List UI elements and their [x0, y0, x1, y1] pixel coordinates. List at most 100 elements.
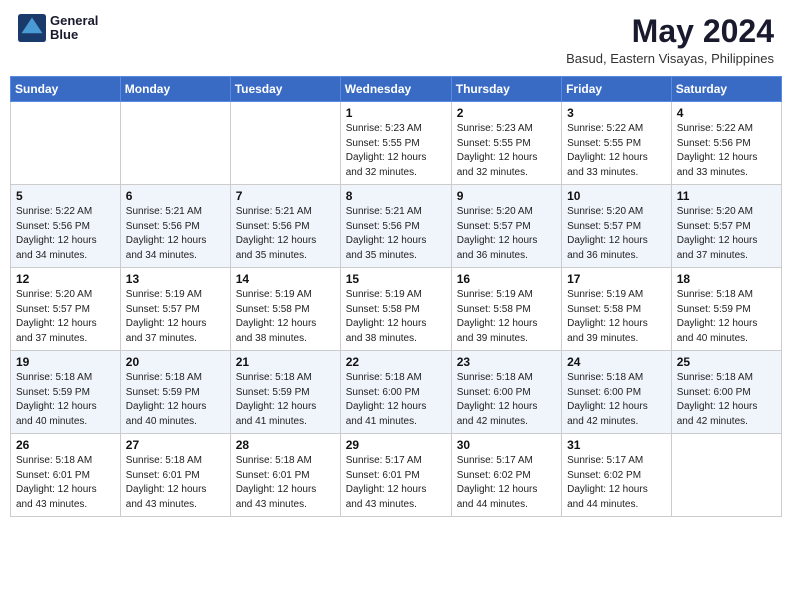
- day-info: Sunrise: 5:18 AM Sunset: 6:01 PM Dayligh…: [16, 454, 115, 512]
- calendar-cell: 26 Sunrise: 5:18 AM Sunset: 6:01 PM Dayli…: [11, 434, 121, 517]
- day-number: 16: [457, 272, 556, 286]
- calendar-cell: 18Sunrise: 5:18 AM Sunset: 5:59 PM Dayli…: [671, 268, 781, 351]
- day-info: Sunrise: 5:18 AM Sunset: 6:01 PM Dayligh…: [126, 454, 225, 512]
- calendar-cell: 23 Sunrise: 5:18 AM Sunset: 6:00 PM Dayli…: [451, 351, 561, 434]
- day-info: Sunrise: 5:19 AM Sunset: 5:57 PM Dayligh…: [126, 288, 225, 346]
- day-number: 25: [677, 355, 776, 369]
- calendar-cell: 6 Sunrise: 5:21 AM Sunset: 5:56 PM Daylig…: [120, 185, 230, 268]
- day-number: 7: [236, 189, 335, 203]
- day-number: 28: [236, 438, 335, 452]
- calendar-cell: [671, 434, 781, 517]
- day-info: Sunrise: 5:20 AM Sunset: 5:57 PM Dayligh…: [677, 205, 776, 263]
- day-number: 17: [567, 272, 666, 286]
- weekday-header: Friday: [562, 77, 672, 102]
- logo-icon: [18, 14, 46, 42]
- calendar-week-row: 12 Sunrise: 5:20 AM Sunset: 5:57 PM Dayli…: [11, 268, 782, 351]
- calendar-cell: 25 Sunrise: 5:18 AM Sunset: 6:00 PM Dayli…: [671, 351, 781, 434]
- day-info: Sunrise: 5:21 AM Sunset: 5:56 PM Dayligh…: [126, 205, 225, 263]
- day-number: 14: [236, 272, 335, 286]
- month-title: May 2024: [566, 14, 774, 49]
- calendar-table: SundayMondayTuesdayWednesdayThursdayFrid…: [10, 76, 782, 517]
- day-info: Sunrise: 5:18 AM Sunset: 5:59 PM Dayligh…: [236, 371, 335, 429]
- day-info: Sunrise: 5:18 AM Sunset: 6:00 PM Dayligh…: [457, 371, 556, 429]
- day-number: 1: [346, 106, 446, 120]
- day-number: 12: [16, 272, 115, 286]
- day-info: Sunrise: 5:19 AM Sunset: 5:58 PM Dayligh…: [236, 288, 335, 346]
- weekday-header: Sunday: [11, 77, 121, 102]
- calendar-cell: 11 Sunrise: 5:20 AM Sunset: 5:57 PM Dayli…: [671, 185, 781, 268]
- day-number: 30: [457, 438, 556, 452]
- day-number: 21: [236, 355, 335, 369]
- calendar-cell: 5 Sunrise: 5:22 AM Sunset: 5:56 PM Daylig…: [11, 185, 121, 268]
- day-info: Sunrise: 5:22 AM Sunset: 5:55 PM Dayligh…: [567, 122, 666, 180]
- location: Basud, Eastern Visayas, Philippines: [566, 51, 774, 66]
- calendar-cell: 4 Sunrise: 5:22 AM Sunset: 5:56 PM Daylig…: [671, 102, 781, 185]
- day-info: Sunrise: 5:17 AM Sunset: 6:02 PM Dayligh…: [567, 454, 666, 512]
- calendar-cell: 12 Sunrise: 5:20 AM Sunset: 5:57 PM Dayli…: [11, 268, 121, 351]
- calendar-cell: 3Sunrise: 5:22 AM Sunset: 5:55 PM Daylig…: [562, 102, 672, 185]
- day-info: Sunrise: 5:18 AM Sunset: 6:00 PM Dayligh…: [567, 371, 666, 429]
- day-info: Sunrise: 5:18 AM Sunset: 5:59 PM Dayligh…: [126, 371, 225, 429]
- day-info: Sunrise: 5:18 AM Sunset: 5:59 PM Dayligh…: [16, 371, 115, 429]
- calendar-cell: 29Sunrise: 5:17 AM Sunset: 6:01 PM Dayli…: [340, 434, 451, 517]
- calendar-week-row: 26 Sunrise: 5:18 AM Sunset: 6:01 PM Dayli…: [11, 434, 782, 517]
- day-info: Sunrise: 5:20 AM Sunset: 5:57 PM Dayligh…: [567, 205, 666, 263]
- logo-line1: General: [50, 14, 98, 28]
- calendar-cell: 14 Sunrise: 5:19 AM Sunset: 5:58 PM Dayli…: [230, 268, 340, 351]
- day-number: 4: [677, 106, 776, 120]
- day-number: 5: [16, 189, 115, 203]
- logo: General Blue: [18, 14, 98, 43]
- calendar-week-row: 5 Sunrise: 5:22 AM Sunset: 5:56 PM Daylig…: [11, 185, 782, 268]
- day-number: 9: [457, 189, 556, 203]
- calendar-cell: 22 Sunrise: 5:18 AM Sunset: 6:00 PM Dayli…: [340, 351, 451, 434]
- logo-text: General Blue: [50, 14, 98, 43]
- day-number: 13: [126, 272, 225, 286]
- day-number: 22: [346, 355, 446, 369]
- calendar-cell: 28Sunrise: 5:18 AM Sunset: 6:01 PM Dayli…: [230, 434, 340, 517]
- logo-line2: Blue: [50, 28, 98, 42]
- calendar-cell: 13 Sunrise: 5:19 AM Sunset: 5:57 PM Dayli…: [120, 268, 230, 351]
- weekday-header: Tuesday: [230, 77, 340, 102]
- day-number: 6: [126, 189, 225, 203]
- day-info: Sunrise: 5:18 AM Sunset: 6:00 PM Dayligh…: [346, 371, 446, 429]
- weekday-header: Monday: [120, 77, 230, 102]
- day-info: Sunrise: 5:20 AM Sunset: 5:57 PM Dayligh…: [457, 205, 556, 263]
- calendar-cell: 8Sunrise: 5:21 AM Sunset: 5:56 PM Daylig…: [340, 185, 451, 268]
- day-info: Sunrise: 5:17 AM Sunset: 6:02 PM Dayligh…: [457, 454, 556, 512]
- day-number: 26: [16, 438, 115, 452]
- calendar-cell: 21 Sunrise: 5:18 AM Sunset: 5:59 PM Dayli…: [230, 351, 340, 434]
- calendar-cell: 17 Sunrise: 5:19 AM Sunset: 5:58 PM Dayli…: [562, 268, 672, 351]
- day-info: Sunrise: 5:22 AM Sunset: 5:56 PM Dayligh…: [16, 205, 115, 263]
- calendar-cell: 10Sunrise: 5:20 AM Sunset: 5:57 PM Dayli…: [562, 185, 672, 268]
- day-info: Sunrise: 5:19 AM Sunset: 5:58 PM Dayligh…: [457, 288, 556, 346]
- day-number: 8: [346, 189, 446, 203]
- calendar-cell: 2 Sunrise: 5:23 AM Sunset: 5:55 PM Daylig…: [451, 102, 561, 185]
- calendar-cell: 9 Sunrise: 5:20 AM Sunset: 5:57 PM Daylig…: [451, 185, 561, 268]
- weekday-header: Wednesday: [340, 77, 451, 102]
- weekday-header: Thursday: [451, 77, 561, 102]
- day-info: Sunrise: 5:20 AM Sunset: 5:57 PM Dayligh…: [16, 288, 115, 346]
- day-info: Sunrise: 5:22 AM Sunset: 5:56 PM Dayligh…: [677, 122, 776, 180]
- day-number: 24: [567, 355, 666, 369]
- day-info: Sunrise: 5:23 AM Sunset: 5:55 PM Dayligh…: [457, 122, 556, 180]
- calendar-cell: 24 Sunrise: 5:18 AM Sunset: 6:00 PM Dayli…: [562, 351, 672, 434]
- day-number: 27: [126, 438, 225, 452]
- calendar-cell: 1 Sunrise: 5:23 AM Sunset: 5:55 PM Daylig…: [340, 102, 451, 185]
- day-number: 2: [457, 106, 556, 120]
- calendar-cell: 20Sunrise: 5:18 AM Sunset: 5:59 PM Dayli…: [120, 351, 230, 434]
- day-number: 31: [567, 438, 666, 452]
- calendar-cell: 30 Sunrise: 5:17 AM Sunset: 6:02 PM Dayli…: [451, 434, 561, 517]
- day-number: 23: [457, 355, 556, 369]
- calendar-cell: [11, 102, 121, 185]
- calendar-cell: [230, 102, 340, 185]
- day-info: Sunrise: 5:23 AM Sunset: 5:55 PM Dayligh…: [346, 122, 446, 180]
- page-header: General Blue May 2024 Basud, Eastern Vis…: [10, 10, 782, 70]
- day-info: Sunrise: 5:19 AM Sunset: 5:58 PM Dayligh…: [567, 288, 666, 346]
- weekday-header-row: SundayMondayTuesdayWednesdayThursdayFrid…: [11, 77, 782, 102]
- calendar-week-row: 1 Sunrise: 5:23 AM Sunset: 5:55 PM Daylig…: [11, 102, 782, 185]
- day-info: Sunrise: 5:18 AM Sunset: 6:00 PM Dayligh…: [677, 371, 776, 429]
- day-number: 11: [677, 189, 776, 203]
- calendar-cell: 19Sunrise: 5:18 AM Sunset: 5:59 PM Dayli…: [11, 351, 121, 434]
- day-number: 18: [677, 272, 776, 286]
- calendar-cell: 27 Sunrise: 5:18 AM Sunset: 6:01 PM Dayli…: [120, 434, 230, 517]
